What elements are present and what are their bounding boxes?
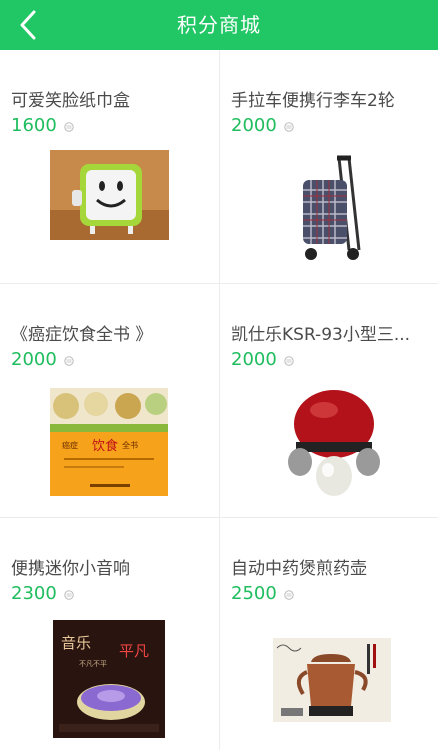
page-title: 积分商城 <box>177 13 261 37</box>
points-value: 2300 <box>11 583 57 604</box>
product-card-massager[interactable]: 凯仕乐KSR-93小型三... 2000 <box>220 284 438 517</box>
product-name: 凯仕乐KSR-93小型三... <box>231 325 411 345</box>
product-image-mini-speaker: 音乐 平凡 不凡不平 <box>53 620 165 738</box>
points-value: 2500 <box>231 583 277 604</box>
product-name: 手拉车便携行李车2轮 <box>231 91 395 111</box>
product-image-cookbook: 癌症 饮食 全书 <box>50 388 168 496</box>
points-value: 1600 <box>11 115 57 136</box>
product-name: 便携迷你小音响 <box>11 559 130 579</box>
product-image-tissue-box <box>50 150 169 240</box>
product-price: 2300 <box>11 583 74 604</box>
product-price: 2000 <box>11 349 74 370</box>
product-card-tissue-box[interactable]: 可爱笑脸纸巾盒 1600 <box>0 50 219 283</box>
product-card-herbal-pot[interactable]: 自动中药煲煎药壶 2500 <box>220 518 438 750</box>
coin-icon <box>284 355 294 366</box>
product-image-herbal-pot <box>273 638 391 722</box>
cookbook-title-a: 癌症 <box>62 440 78 450</box>
speaker-ad-line-a: 音乐 <box>61 634 91 652</box>
product-name: 自动中药煲煎药壶 <box>231 559 367 579</box>
points-value: 2000 <box>231 349 277 370</box>
product-grid: 可爱笑脸纸巾盒 1600 手拉车便携行李车2轮 2000 《癌症饮食全书 》 2… <box>0 50 438 750</box>
points-value: 2000 <box>231 115 277 136</box>
coin-icon <box>284 121 294 132</box>
product-price: 2500 <box>231 583 294 604</box>
product-name: 可爱笑脸纸巾盒 <box>11 91 130 111</box>
product-name: 《癌症饮食全书 》 <box>11 325 153 345</box>
speaker-ad-line-c: 不凡不平 <box>79 660 107 668</box>
product-card-mini-speaker[interactable]: 便携迷你小音响 2300 音乐 平凡 不凡不平 <box>0 518 219 750</box>
product-price: 2000 <box>231 115 294 136</box>
product-card-cookbook[interactable]: 《癌症饮食全书 》 2000 癌症 饮食 全书 <box>0 284 219 517</box>
app-header: 积分商城 <box>0 0 438 50</box>
product-price: 1600 <box>11 115 74 136</box>
cookbook-title-c: 全书 <box>122 440 138 450</box>
product-image-massager <box>284 384 384 500</box>
coin-icon <box>284 589 294 600</box>
product-card-luggage-cart[interactable]: 手拉车便携行李车2轮 2000 <box>220 50 438 283</box>
points-value: 2000 <box>11 349 57 370</box>
speaker-ad-line-b: 平凡 <box>119 642 149 660</box>
cookbook-title-b: 饮食 <box>92 438 118 454</box>
coin-icon <box>64 121 74 132</box>
product-image-luggage-cart <box>273 150 385 270</box>
product-price: 2000 <box>231 349 294 370</box>
coin-icon <box>64 589 74 600</box>
coin-icon <box>64 355 74 366</box>
